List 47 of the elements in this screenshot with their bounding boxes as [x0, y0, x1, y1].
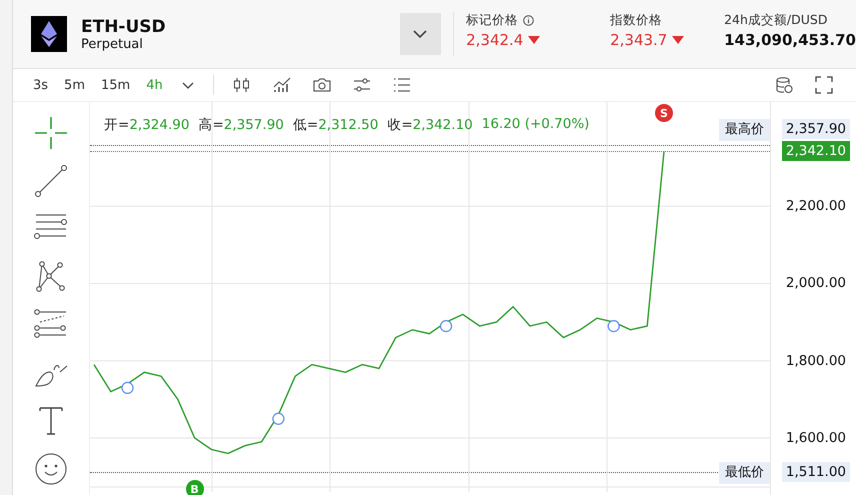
stat-label: 24h成交额/DUSD	[724, 12, 828, 29]
down-triangle-icon	[672, 36, 684, 44]
price-change: 16.20 (+0.70%)	[482, 116, 590, 134]
price-level-value: 1,511.00	[782, 462, 850, 482]
trade-marker: B	[186, 480, 204, 495]
stat-value: 143,090,453.70	[724, 31, 856, 49]
stat-label: 指数价格	[610, 12, 662, 29]
chevron-down-icon[interactable]	[182, 82, 194, 88]
ethereum-logo-icon	[31, 16, 67, 52]
ohlc-value: 收=2,342.10	[387, 116, 473, 134]
axis-tick-label: 2,000.00	[784, 274, 847, 294]
axis-tick-label: 1,600.00	[784, 428, 847, 448]
settings-sliders-icon[interactable]	[352, 77, 371, 93]
camera-icon[interactable]	[312, 77, 331, 93]
price-level-value: 2,357.90	[782, 119, 850, 140]
interval-tab[interactable]: 3s	[27, 76, 54, 94]
axis-tick-label: 1,800.00	[784, 352, 847, 371]
fullscreen-icon[interactable]	[815, 76, 833, 94]
smiley-icon[interactable]	[34, 452, 68, 486]
chevron-down-icon	[413, 30, 428, 38]
stat-value: 2,343.7	[610, 31, 668, 49]
last-price-tag: 2,342.10	[782, 141, 850, 162]
interval-tab[interactable]: 4h	[140, 76, 169, 94]
ohlc-value: 开=2,324.90	[104, 116, 190, 134]
list-icon[interactable]	[392, 77, 411, 93]
interval-tab[interactable]: 5m	[58, 76, 91, 94]
database-icon[interactable]	[775, 76, 793, 94]
symbol-name: ETH-USD	[81, 16, 166, 36]
trade-marker: S	[655, 104, 673, 122]
axis-tick-label: 2,200.00	[784, 197, 847, 216]
ohlc-value: 低=2,312.50	[292, 116, 378, 134]
interval-tab[interactable]: 15m	[94, 76, 136, 94]
down-triangle-icon	[528, 36, 540, 44]
event-circle-icon	[121, 382, 134, 394]
stat-label: 标记价格	[466, 12, 518, 29]
low-price-label: 最低价	[719, 462, 770, 484]
ohlc-value: 高=2,357.90	[198, 116, 284, 134]
contract-type: Perpetual	[81, 36, 144, 52]
crosshair-tool-icon[interactable]	[34, 116, 68, 150]
event-circle-icon	[608, 320, 620, 332]
high-price-label: 最高价	[719, 119, 770, 142]
candlestick-icon[interactable]	[232, 77, 251, 93]
trend-line-tool-icon[interactable]	[34, 164, 68, 198]
event-circle-icon	[440, 320, 452, 332]
stat-value: 2,342.4	[466, 31, 524, 49]
line-chart-icon[interactable]	[272, 77, 291, 93]
event-circle-icon	[272, 412, 285, 425]
